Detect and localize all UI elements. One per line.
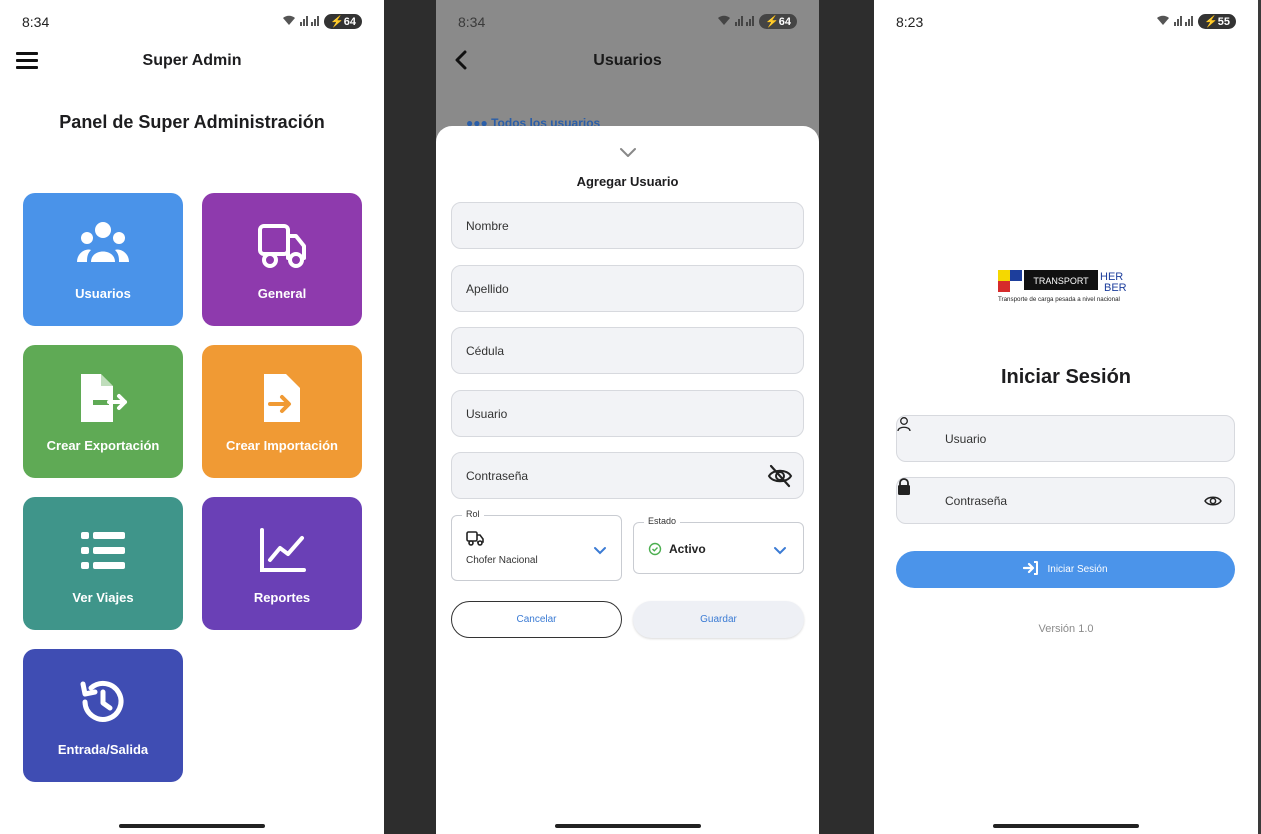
contrasena-placeholder: Contraseña xyxy=(945,493,1008,508)
cancel-button[interactable]: Cancelar xyxy=(451,601,622,638)
tile-label: Reportes xyxy=(253,590,311,605)
signal-icon xyxy=(1174,15,1194,29)
battery-badge: ⚡64 xyxy=(324,14,362,29)
chevron-down-icon xyxy=(773,543,787,561)
appbar-title: Usuarios xyxy=(593,52,662,69)
eye-slash-icon[interactable] xyxy=(767,463,793,489)
tile-reportes[interactable]: Reportes xyxy=(202,497,362,630)
estado-value: Activo xyxy=(669,542,706,556)
status-time: 8:34 xyxy=(22,14,50,30)
contrasena-placeholder: Contraseña xyxy=(466,468,529,483)
logo-tagline: Transporte de carga pesada a nivel nacio… xyxy=(998,296,1120,303)
add-user-screen: 8:34 ⚡64 Usuarios ●●● Todos los usuarios… xyxy=(436,0,819,834)
status-bar: 8:23 ⚡55 xyxy=(896,14,1236,32)
lock-icon xyxy=(897,478,911,498)
status-bar: 8:34 ⚡64 xyxy=(458,14,797,32)
status-indicators: ⚡55 xyxy=(1156,14,1236,29)
page-title: Panel de Super Administración xyxy=(59,112,325,132)
battery-badge: ⚡64 xyxy=(759,14,797,29)
tile-label: General xyxy=(257,286,307,301)
file-export-icon xyxy=(81,374,127,422)
login-screen: 8:23 ⚡55 TRANSPORT HER BER Transporte de… xyxy=(874,0,1258,834)
chart-line-icon xyxy=(260,528,306,572)
contrasena-field[interactable]: Contraseña xyxy=(451,452,804,499)
battery-level: 64 xyxy=(343,16,356,28)
tile-label: Crear Importación xyxy=(226,438,338,453)
tile-general[interactable]: General xyxy=(202,193,362,326)
status-indicators: ⚡64 xyxy=(717,14,797,29)
eye-icon[interactable] xyxy=(1204,493,1222,512)
save-button[interactable]: Guardar xyxy=(633,601,804,638)
users-icon xyxy=(77,222,129,262)
apellido-field[interactable]: Apellido xyxy=(451,265,804,312)
wifi-icon xyxy=(1156,15,1170,29)
status-time: 8:34 xyxy=(458,14,486,30)
chevron-down-icon xyxy=(593,543,607,561)
nombre-field[interactable]: Nombre xyxy=(451,202,804,249)
truck-icon xyxy=(258,224,306,268)
logo-word: TRANSPORT xyxy=(1033,276,1089,286)
tile-ver-viajes[interactable]: Ver Viajes xyxy=(23,497,183,630)
battery-level: 55 xyxy=(1217,16,1230,28)
status-time: 8:23 xyxy=(896,14,924,30)
history-icon xyxy=(80,680,124,722)
sign-in-icon xyxy=(1023,561,1039,578)
user-icon xyxy=(897,416,911,435)
battery-level: 64 xyxy=(778,16,791,28)
cedula-field[interactable]: Cédula xyxy=(451,327,804,374)
signal-icon xyxy=(300,15,320,29)
estado-legend: Estado xyxy=(644,516,681,526)
battery-badge: ⚡55 xyxy=(1198,14,1236,29)
nombre-placeholder: Nombre xyxy=(466,218,509,233)
tile-label: Ver Viajes xyxy=(72,590,134,605)
add-user-sheet: Agregar Usuario Nombre Apellido Cédula U… xyxy=(436,126,819,834)
truck-icon xyxy=(466,530,484,551)
chevron-down-icon[interactable] xyxy=(619,146,637,158)
home-indicator[interactable] xyxy=(993,824,1139,828)
tile-label: Crear Exportación xyxy=(46,438,160,453)
usuario-field[interactable]: Usuario xyxy=(451,390,804,437)
rol-value: Chofer Nacional xyxy=(466,555,538,566)
usuario-input[interactable]: Usuario xyxy=(896,415,1235,462)
usuario-placeholder: Usuario xyxy=(945,431,987,446)
cedula-placeholder: Cédula xyxy=(466,343,505,358)
tile-label: Entrada/Salida xyxy=(57,742,149,757)
status-bar: 8:34 ⚡64 xyxy=(22,14,362,32)
list-icon xyxy=(81,532,125,569)
login-button-label: Iniciar Sesión xyxy=(1047,564,1108,575)
contrasena-input[interactable]: Contraseña xyxy=(896,477,1235,524)
logo-brand-bottom: BER xyxy=(1104,282,1127,294)
rol-select[interactable]: Rol Chofer Nacional xyxy=(451,509,622,581)
tile-label: Usuarios xyxy=(75,286,131,301)
rol-legend: Rol xyxy=(462,509,484,519)
signal-icon xyxy=(735,15,755,29)
estado-select[interactable]: Estado Activo xyxy=(633,516,804,574)
usuario-placeholder: Usuario xyxy=(466,406,508,421)
home-indicator[interactable] xyxy=(119,824,265,828)
super-admin-screen: 8:34 ⚡64 Super Admin Panel de Super Admi… xyxy=(0,0,384,834)
file-import-icon xyxy=(264,374,300,422)
tile-entrada-salida[interactable]: Entrada/Salida xyxy=(23,649,183,782)
wifi-icon xyxy=(717,15,731,29)
appbar-title: Super Admin xyxy=(142,52,242,69)
version-label: Versión 1.0 xyxy=(1038,623,1094,635)
home-indicator[interactable] xyxy=(554,824,701,828)
status-indicators: ⚡64 xyxy=(282,14,362,29)
tile-usuarios[interactable]: Usuarios xyxy=(23,193,183,326)
tile-crear-importacion[interactable]: Crear Importación xyxy=(202,345,362,478)
sheet-title: Agregar Usuario xyxy=(576,174,679,189)
check-circle-icon xyxy=(648,542,662,561)
login-title: Iniciar Sesión xyxy=(1000,366,1132,388)
company-logo: TRANSPORT HER BER Transporte de carga pe… xyxy=(998,268,1148,308)
apellido-placeholder: Apellido xyxy=(466,281,509,296)
wifi-icon xyxy=(282,15,296,29)
tile-crear-exportacion[interactable]: Crear Exportación xyxy=(23,345,183,478)
login-button[interactable]: Iniciar Sesión xyxy=(896,551,1235,588)
